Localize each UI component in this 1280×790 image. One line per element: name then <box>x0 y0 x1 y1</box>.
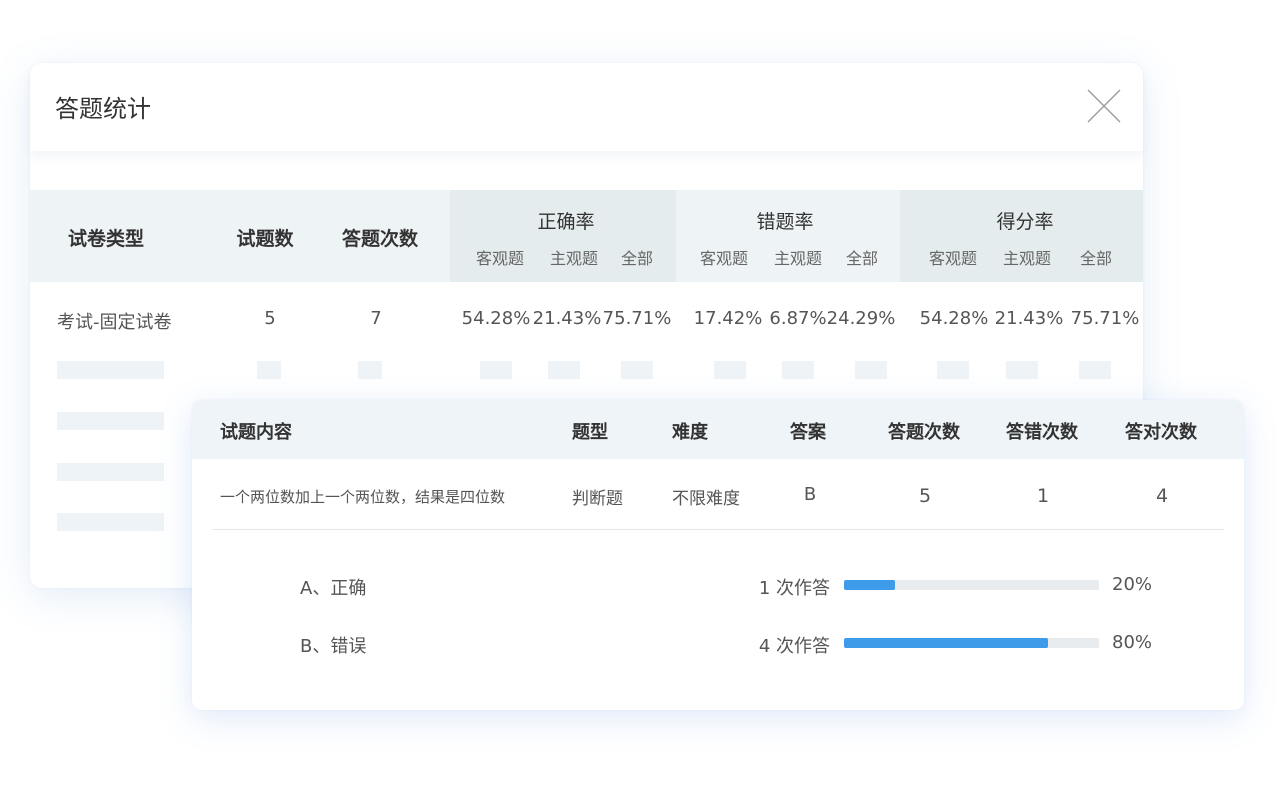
th-wrong-times: 答错次数 <box>1006 422 1078 443</box>
option-label: B、错误 <box>300 636 367 657</box>
th-score-subjective: 主观题 <box>1002 249 1051 268</box>
modal-header: 答题统计 <box>30 63 1143 151</box>
skeleton-bar <box>937 361 969 379</box>
skeleton-bar <box>257 361 281 379</box>
th-answer: 答案 <box>790 422 826 443</box>
th-wrong-all: 全部 <box>845 249 878 268</box>
skeleton-bar <box>782 361 814 379</box>
skeleton-bar <box>1079 361 1111 379</box>
cell-score-objective: 54.28% <box>919 308 989 329</box>
stats-table-header: 试卷类型 试题数 答题次数 正确率 客观题 主观题 全部 错题率 客观题 主观题… <box>30 190 1143 282</box>
cell-correct-subjective: 21.43% <box>532 308 602 329</box>
cell-answer-times: 5 <box>918 485 932 507</box>
close-icon <box>1087 89 1121 123</box>
cell-wrong-subjective: 6.87% <box>769 308 827 329</box>
cell-question-content: 一个两位数加上一个两位数，结果是四位数 <box>220 488 506 506</box>
cell-right-times: 4 <box>1155 485 1169 507</box>
th-wrong-subjective: 主观题 <box>773 249 822 268</box>
question-table-header: 试题内容 题型 难度 答案 答题次数 答错次数 答对次数 <box>192 400 1244 459</box>
cell-score-all: 75.71% <box>1070 308 1140 329</box>
option-label: A、正确 <box>300 578 367 599</box>
option-percent: 80% <box>1112 632 1153 653</box>
cell-difficulty: 不限难度 <box>672 489 740 509</box>
close-button[interactable] <box>1086 88 1122 124</box>
cell-wrong-objective: 17.42% <box>693 308 763 329</box>
option-percent: 20% <box>1112 574 1153 595</box>
th-correct-objective: 客观题 <box>475 249 524 268</box>
stats-table-row: 考试-固定试卷 5 7 54.28% 21.43% 75.71% 17.42% … <box>30 282 1143 357</box>
modal-title: 答题统计 <box>55 95 151 123</box>
skeleton-bar <box>855 361 887 379</box>
th-correct-all: 全部 <box>620 249 653 268</box>
cell-paper-type: 考试-固定试卷 <box>57 312 172 333</box>
cell-wrong-all: 24.29% <box>826 308 896 329</box>
th-right-times: 答对次数 <box>1125 422 1197 443</box>
cell-score-subjective: 21.43% <box>994 308 1064 329</box>
th-question-content: 试题内容 <box>220 422 292 443</box>
skeleton-bar <box>57 513 164 531</box>
skeleton-bar <box>621 361 653 379</box>
th-answer-times: 答题次数 <box>341 228 418 250</box>
th-paper-type: 试卷类型 <box>67 228 144 250</box>
skeleton-bar <box>57 463 164 481</box>
option-progress-fill <box>844 638 1048 648</box>
question-detail-panel: 试题内容 题型 难度 答案 答题次数 答错次数 答对次数 一个两位数加上一个两位… <box>192 400 1244 710</box>
cell-wrong-times: 1 <box>1036 485 1050 507</box>
skeleton-bar <box>714 361 746 379</box>
cell-answer-times: 7 <box>370 308 382 329</box>
option-progress-track <box>844 638 1099 648</box>
option-progress-fill <box>844 580 895 590</box>
th-wrong-rate: 错题率 <box>756 211 814 233</box>
th-score-all: 全部 <box>1079 249 1112 268</box>
cell-question-count: 5 <box>264 308 276 329</box>
question-row: 一个两位数加上一个两位数，结果是四位数 判断题 不限难度 B 5 1 4 <box>192 459 1244 530</box>
skeleton-bar <box>57 412 164 430</box>
cell-answer: B <box>803 484 817 505</box>
cell-question-type: 判断题 <box>572 489 623 509</box>
divider <box>212 529 1224 530</box>
cell-correct-all: 75.71% <box>602 308 672 329</box>
skeleton-bar <box>1006 361 1038 379</box>
skeleton-bar <box>57 361 164 379</box>
th-score-rate: 得分率 <box>996 211 1054 233</box>
th-question-type: 题型 <box>572 422 608 443</box>
cell-correct-objective: 54.28% <box>461 308 531 329</box>
th-correct-subjective: 主观题 <box>549 249 598 268</box>
option-count: 4 次作答 <box>758 636 830 657</box>
option-count: 1 次作答 <box>758 578 830 599</box>
th-question-count: 试题数 <box>236 228 294 250</box>
skeleton-bar <box>358 361 382 379</box>
th-wrong-objective: 客观题 <box>699 249 748 268</box>
skeleton-bar <box>548 361 580 379</box>
th-answer-times: 答题次数 <box>888 422 960 443</box>
skeleton-bar <box>480 361 512 379</box>
th-score-objective: 客观题 <box>928 249 977 268</box>
option-progress-track <box>844 580 1099 590</box>
th-correct-rate: 正确率 <box>537 211 595 233</box>
th-difficulty: 难度 <box>672 422 708 443</box>
